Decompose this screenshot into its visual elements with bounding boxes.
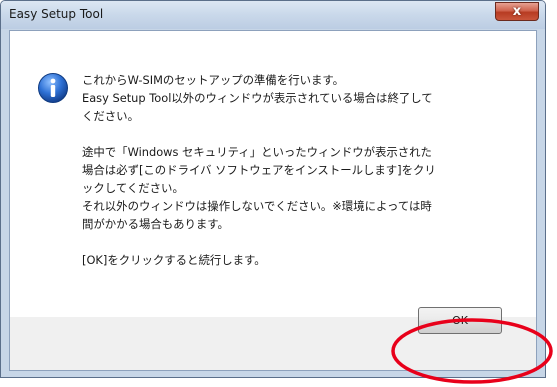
screenshot-page: Easy Setup Tool x これからW-SIMのセットアップの準備を行い… (0, 0, 557, 387)
window-title: Easy Setup Tool (9, 7, 104, 21)
title-bar[interactable]: Easy Setup Tool x (1, 1, 545, 29)
ok-button[interactable]: OK (418, 307, 502, 334)
message-paragraph-2: 途中で「Windows セキュリティ」といったウィンドウが表示された 場合は必ず… (82, 145, 436, 231)
dialog-message: これからW-SIMのセットアップの準備を行います。 Easy Setup Too… (82, 71, 527, 269)
close-icon: x (512, 4, 522, 19)
close-button[interactable]: x (495, 2, 539, 21)
message-paragraph-1: これからW-SIMのセットアップの準備を行います。 Easy Setup Too… (82, 73, 433, 123)
info-icon (38, 73, 68, 103)
message-paragraph-3: [OK]をクリックすると続行します。 (82, 253, 266, 267)
message-panel: これからW-SIMのセットアップの準備を行います。 Easy Setup Too… (10, 31, 536, 317)
